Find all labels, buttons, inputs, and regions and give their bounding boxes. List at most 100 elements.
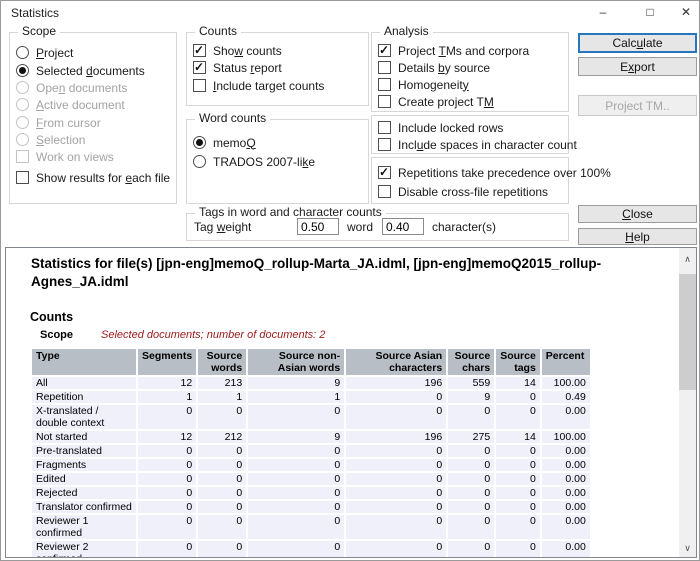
minimize-icon[interactable]: –: [587, 1, 619, 24]
checkbox-show-counts[interactable]: Show counts: [193, 43, 282, 58]
checkbox-include-locked-rows[interactable]: Include locked rows: [378, 120, 503, 135]
table-row: Reviewer 1 confirmed0000000.00: [32, 515, 590, 539]
checkbox-create-project-tm[interactable]: Create project TM: [378, 94, 494, 109]
table-row: Edited0000000.00: [32, 473, 590, 485]
checkbox-icon: [193, 61, 206, 74]
radio-trados-2007-like[interactable]: TRADOS 2007-like: [193, 154, 315, 169]
checkbox-status-report[interactable]: Status report: [193, 60, 282, 75]
table-row: Pre-translated0000000.00: [32, 445, 590, 457]
counts-group-caption: Counts: [195, 24, 241, 38]
word-counts-group: Word counts memoQ TRADOS 2007-like: [186, 119, 369, 204]
checkbox-icon: [378, 44, 391, 57]
col-source-non-asian-words: Source non-Asian words: [248, 349, 344, 375]
radio-active-document: Active document: [16, 97, 125, 112]
col-percent: Percent: [542, 349, 590, 375]
checkbox-show-results-each-file[interactable]: Show results for each file: [16, 170, 170, 185]
checkbox-details-by-source[interactable]: Details by source: [378, 60, 490, 75]
checkbox-icon: [378, 185, 391, 198]
window-title: Statistics: [11, 6, 59, 20]
maximize-icon[interactable]: □: [634, 1, 666, 24]
radio-from-cursor: From cursor: [16, 115, 101, 130]
col-segments: Segments: [138, 349, 196, 375]
scroll-up-icon[interactable]: ∧: [679, 251, 696, 268]
radio-icon: [16, 98, 29, 111]
counts-table: Type Segments Source words Source non-As…: [30, 347, 592, 558]
counts-section-heading: Counts: [30, 310, 73, 324]
table-row: Reviewer 2 confirmed0000000.00: [32, 541, 590, 558]
results-panel: Statistics for file(s) [jpn-eng]memoQ_ro…: [5, 247, 697, 558]
table-row: All12213919655914100.00: [32, 377, 590, 389]
checkbox-include-spaces[interactable]: Include spaces in character count: [378, 137, 577, 152]
col-source-tags: Source tags: [496, 349, 540, 375]
results-scrollbar[interactable]: ∧ ∨: [679, 248, 696, 557]
checkbox-icon: [378, 78, 391, 91]
tag-weight-word-input[interactable]: [297, 218, 339, 235]
radio-icon: [193, 136, 206, 149]
scope-group-caption: Scope: [18, 24, 60, 38]
table-row: X-translated / double context0000000.00: [32, 405, 590, 429]
scope-row-value: Selected documents; number of documents:…: [101, 329, 325, 341]
tag-weight-char-input[interactable]: [382, 218, 424, 235]
tag-weight-label: Tag weight: [194, 220, 251, 234]
col-source-chars: Source chars: [448, 349, 494, 375]
analysis-group-caption: Analysis: [380, 24, 433, 38]
export-button[interactable]: Export: [578, 57, 697, 76]
radio-memoq[interactable]: memoQ: [193, 135, 256, 150]
radio-icon: [16, 64, 29, 77]
radio-icon: [16, 81, 29, 94]
title-bar: Statistics – □ ✕: [1, 1, 699, 25]
results-title: Statistics for file(s) [jpn-eng]memoQ_ro…: [31, 255, 676, 291]
scope-row-label: Scope: [40, 329, 73, 341]
checkbox-project-tms-corpora[interactable]: Project TMs and corpora: [378, 43, 529, 58]
scrollbar-thumb[interactable]: [679, 274, 696, 390]
locked-rows-group: Include locked rows Include spaces in ch…: [371, 115, 569, 154]
scroll-down-icon[interactable]: ∨: [679, 540, 696, 557]
checkbox-icon: [378, 121, 391, 134]
checkbox-icon: [378, 61, 391, 74]
checkbox-icon: [193, 44, 206, 57]
checkbox-icon: [378, 95, 391, 108]
repetitions-group: Repetitions take precedence over 100% Di…: [371, 157, 569, 204]
col-source-words: Source words: [198, 349, 246, 375]
char-unit-label: character(s): [432, 220, 496, 234]
word-unit-label: word: [347, 220, 373, 234]
counts-group: Counts Show counts Status report Include…: [186, 32, 369, 106]
col-source-asian-characters: Source Asian characters: [346, 349, 446, 375]
col-type: Type: [32, 349, 136, 375]
checkbox-icon: [378, 138, 391, 151]
checkbox-icon: [193, 79, 206, 92]
table-row: Translator confirmed0000000.00: [32, 501, 590, 513]
table-row: Rejected0000000.00: [32, 487, 590, 499]
radio-selected-documents[interactable]: Selected documents: [16, 63, 145, 78]
analysis-group: Analysis Project TMs and corpora Details…: [371, 32, 569, 112]
calculate-button[interactable]: Calculate: [578, 33, 697, 53]
table-row: Repetition1110900.49: [32, 391, 590, 403]
scope-group: Scope Project Selected documents Open do…: [9, 32, 177, 204]
radio-icon: [16, 116, 29, 129]
project-tm-button: Project TM..: [578, 95, 697, 116]
word-counts-group-caption: Word counts: [195, 111, 270, 125]
checkbox-homogeneity[interactable]: Homogeneity: [378, 77, 469, 92]
radio-open-documents: Open documents: [16, 80, 127, 95]
table-row: Fragments0000000.00: [32, 459, 590, 471]
close-icon[interactable]: ✕: [670, 1, 700, 24]
statistics-dialog: Statistics – □ ✕ Scope Project Selected …: [0, 0, 700, 561]
radio-icon: [193, 155, 206, 168]
radio-icon: [16, 46, 29, 59]
help-button[interactable]: Help: [578, 228, 697, 245]
checkbox-icon: [16, 171, 29, 184]
tags-group-caption: Tags in word and character counts: [195, 205, 386, 219]
checkbox-work-on-views: Work on views: [16, 149, 114, 164]
checkbox-include-target-counts[interactable]: Include target counts: [193, 78, 324, 93]
checkbox-icon: [378, 166, 391, 179]
table-header-row: Type Segments Source words Source non-As…: [32, 349, 590, 375]
radio-project[interactable]: Project: [16, 45, 73, 60]
tags-group: Tags in word and character counts Tag we…: [186, 213, 569, 241]
radio-selection: Selection: [16, 132, 85, 147]
checkbox-icon: [16, 150, 29, 163]
radio-icon: [16, 133, 29, 146]
close-button[interactable]: Close: [578, 205, 697, 223]
table-row: Not started12212919627514100.00: [32, 431, 590, 443]
checkbox-disable-cross-file-repetitions[interactable]: Disable cross-file repetitions: [378, 184, 548, 199]
checkbox-repetitions-precedence[interactable]: Repetitions take precedence over 100%: [378, 165, 611, 180]
